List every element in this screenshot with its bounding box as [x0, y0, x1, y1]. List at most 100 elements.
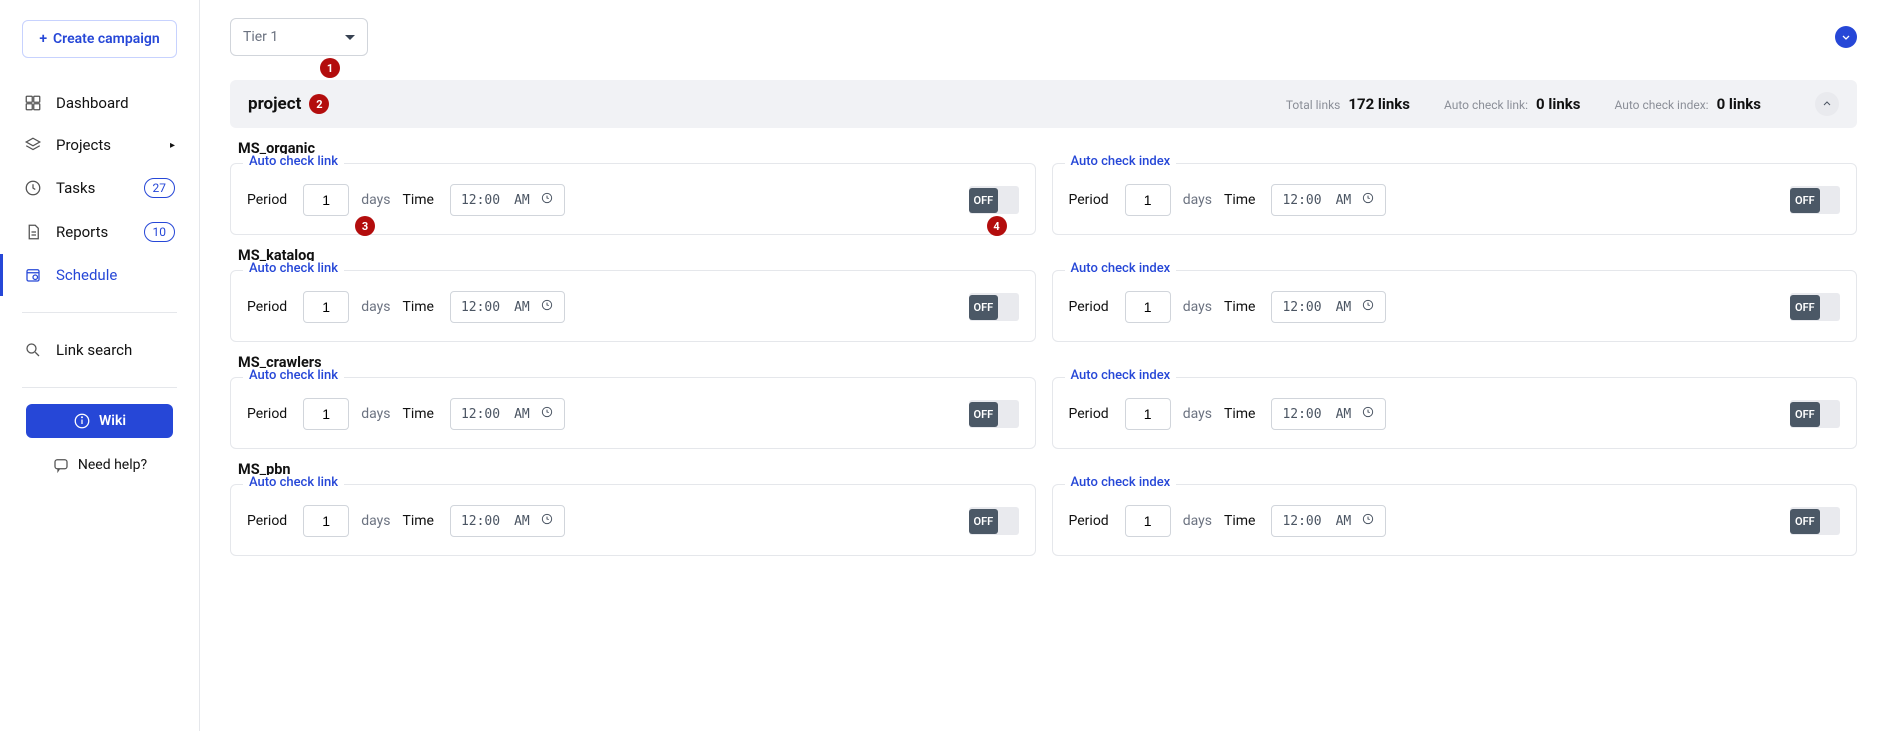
time-label: Time	[1224, 299, 1255, 315]
toggle-state: OFF	[1790, 509, 1820, 534]
time-input[interactable]: 12:00 AM	[1271, 398, 1386, 430]
time-ampm: AM	[514, 193, 530, 208]
layers-icon	[24, 136, 42, 154]
period-input[interactable]	[303, 291, 349, 323]
create-campaign-button[interactable]: + Create campaign	[22, 20, 177, 58]
toggle-switch[interactable]: OFF	[1790, 186, 1840, 214]
time-input[interactable]: 12:00 AM	[450, 505, 565, 537]
reports-count-badge: 10	[144, 222, 176, 242]
time-input[interactable]: 12:00 AM	[450, 291, 565, 323]
clock-icon	[1361, 191, 1375, 209]
toggle-switch[interactable]: OFF	[969, 400, 1019, 428]
sidebar: + Create campaign Dashboard Projects ▸ T…	[0, 0, 200, 731]
search-icon	[24, 341, 42, 359]
period-label: Period	[1069, 299, 1109, 315]
time-value: 12:00	[461, 407, 500, 422]
need-help-link[interactable]: Need help?	[0, 456, 199, 474]
period-label: Period	[247, 406, 287, 422]
period-input[interactable]	[1125, 291, 1171, 323]
period-label: Period	[247, 192, 287, 208]
auto-check-link-fieldset: Auto check link Period days Time 12:00 A…	[230, 270, 1036, 342]
time-value: 12:00	[1282, 193, 1321, 208]
period-input[interactable]	[303, 398, 349, 430]
schedule-section: MS_organic Auto check link Period days T…	[230, 140, 1857, 235]
toggle-switch[interactable]: OFF	[1790, 400, 1840, 428]
time-label: Time	[402, 406, 433, 422]
sidebar-item-dashboard[interactable]: Dashboard	[0, 82, 199, 124]
time-label: Time	[402, 299, 433, 315]
time-input[interactable]: 12:00 AM	[1271, 505, 1386, 537]
toggle-state: OFF	[969, 402, 999, 427]
sidebar-item-label: Schedule	[56, 266, 117, 284]
clock-icon	[540, 512, 554, 530]
collapse-project-button[interactable]	[1815, 92, 1839, 116]
time-value: 12:00	[1282, 514, 1321, 529]
period-input[interactable]	[1125, 505, 1171, 537]
clock-icon	[1361, 405, 1375, 423]
chevron-down-icon	[345, 35, 355, 45]
time-input[interactable]: 12:00 AM	[1271, 291, 1386, 323]
dashboard-icon	[24, 94, 42, 112]
expand-all-button[interactable]	[1835, 26, 1857, 48]
toggle-switch[interactable]: OFF	[1790, 507, 1840, 535]
sidebar-item-projects[interactable]: Projects ▸	[0, 124, 199, 166]
time-value: 12:00	[461, 300, 500, 315]
time-ampm: AM	[514, 300, 530, 315]
sidebar-item-schedule[interactable]: Schedule	[0, 254, 199, 296]
create-campaign-label: Create campaign	[53, 31, 160, 47]
schedule-icon	[24, 266, 42, 284]
toggle-switch[interactable]: OFF	[1790, 293, 1840, 321]
annotation-3: 3	[355, 216, 375, 236]
period-input[interactable]	[303, 184, 349, 216]
auto-check-link-fieldset: Auto check link Period days Time 12:00 A…	[230, 163, 1036, 235]
toggle-switch[interactable]: OFF	[969, 507, 1019, 535]
auto-check-link-value: 0 links	[1536, 95, 1580, 113]
sidebar-item-label: Dashboard	[56, 94, 129, 112]
section-title: MS_crawlers	[238, 354, 1857, 371]
chevron-right-icon: ▸	[170, 140, 175, 151]
divider	[22, 312, 177, 313]
document-icon	[24, 223, 42, 241]
time-input[interactable]: 12:00 AM	[450, 184, 565, 216]
sidebar-item-reports[interactable]: Reports 10	[0, 210, 199, 254]
total-links-label: Total links	[1286, 98, 1341, 112]
time-ampm: AM	[514, 407, 530, 422]
section-title: MS_organic	[238, 140, 1857, 157]
time-label: Time	[402, 513, 433, 529]
sidebar-item-label: Link search	[56, 341, 132, 359]
time-ampm: AM	[1336, 514, 1352, 529]
time-value: 12:00	[461, 514, 500, 529]
time-ampm: AM	[1336, 193, 1352, 208]
period-input[interactable]	[1125, 398, 1171, 430]
annotation-1: 1	[320, 58, 340, 78]
time-value: 12:00	[461, 193, 500, 208]
auto-check-index-fieldset: Auto check index Period days Time 12:00 …	[1052, 377, 1858, 449]
tier-select[interactable]: Tier 1	[230, 18, 368, 56]
total-links-value: 172 links	[1348, 95, 1410, 113]
time-input[interactable]: 12:00 AM	[1271, 184, 1386, 216]
sidebar-item-link-search[interactable]: Link search	[0, 329, 199, 371]
toggle-switch[interactable]: OFF	[969, 293, 1019, 321]
time-ampm: AM	[514, 514, 530, 529]
period-input[interactable]	[303, 505, 349, 537]
period-label: Period	[247, 299, 287, 315]
sidebar-item-tasks[interactable]: Tasks 27	[0, 166, 199, 210]
wiki-button[interactable]: Wiki	[26, 404, 173, 438]
time-label: Time	[1224, 406, 1255, 422]
clock-icon	[540, 298, 554, 316]
clock-icon	[540, 191, 554, 209]
project-header: project 2 Total links172 links Auto chec…	[230, 80, 1857, 128]
divider	[22, 387, 177, 388]
chat-icon	[52, 456, 70, 474]
days-label: days	[361, 299, 390, 315]
clock-icon	[24, 179, 42, 197]
toggle-state: OFF	[1790, 402, 1820, 427]
clock-icon	[1361, 512, 1375, 530]
time-ampm: AM	[1336, 300, 1352, 315]
toggle-state: OFF	[969, 295, 999, 320]
period-input[interactable]	[1125, 184, 1171, 216]
toggle-switch[interactable]: OFF	[969, 186, 1019, 214]
plus-icon: +	[39, 31, 47, 47]
time-ampm: AM	[1336, 407, 1352, 422]
time-input[interactable]: 12:00 AM	[450, 398, 565, 430]
